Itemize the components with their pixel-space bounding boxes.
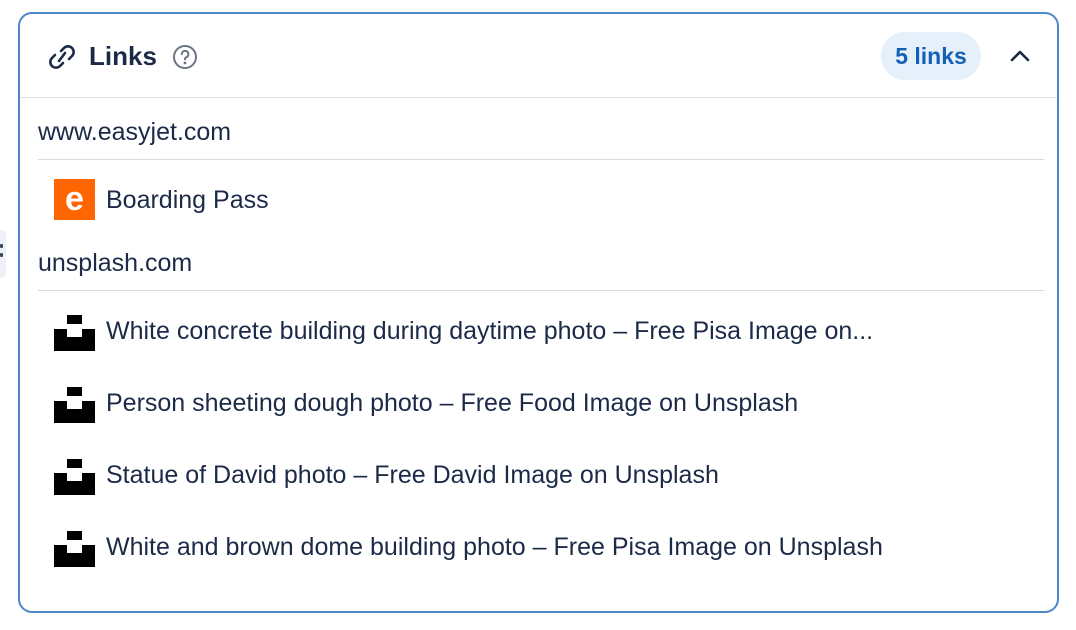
help-icon[interactable] (172, 44, 198, 70)
link-item-white-concrete-building[interactable]: White concrete building during daytime p… (54, 306, 1034, 358)
side-panel-handle[interactable] (0, 230, 6, 278)
link-item-white-brown-dome[interactable]: White and brown dome building photo – Fr… (54, 522, 1034, 574)
link-title: Person sheeting dough photo – Free Food … (106, 389, 799, 417)
link-item-statue-of-david[interactable]: Statue of David photo – Free David Image… (54, 450, 1034, 502)
links-panel-header[interactable]: Links 5 links (20, 14, 1057, 98)
link-title: Boarding Pass (106, 186, 269, 214)
links-count-badge: 5 links (881, 32, 981, 80)
link-icon (49, 45, 75, 69)
unsplash-logo-icon (54, 387, 95, 423)
page: Links 5 links www.easyjet.com e Boarding… (0, 0, 1076, 630)
link-item-boarding-pass[interactable]: e Boarding Pass (54, 175, 1034, 227)
panel-title: Links (89, 41, 157, 71)
links-panel: Links 5 links www.easyjet.com e Boarding… (18, 12, 1059, 613)
link-title: White concrete building during daytime p… (106, 317, 874, 345)
domain-heading-easyjet: www.easyjet.com (38, 110, 1044, 160)
link-item-person-sheeting-dough[interactable]: Person sheeting dough photo – Free Food … (54, 378, 1034, 430)
domain-heading-unsplash: unsplash.com (38, 241, 1044, 291)
unsplash-logo-icon (54, 315, 95, 351)
unsplash-logo-icon (54, 531, 95, 567)
unsplash-logo-icon (54, 459, 95, 495)
link-title: White and brown dome building photo – Fr… (106, 533, 883, 561)
easyjet-logo-icon: e (54, 179, 95, 220)
link-title: Statue of David photo – Free David Image… (106, 461, 719, 489)
chevron-up-icon[interactable] (1002, 38, 1038, 74)
svg-text:e: e (65, 180, 84, 218)
